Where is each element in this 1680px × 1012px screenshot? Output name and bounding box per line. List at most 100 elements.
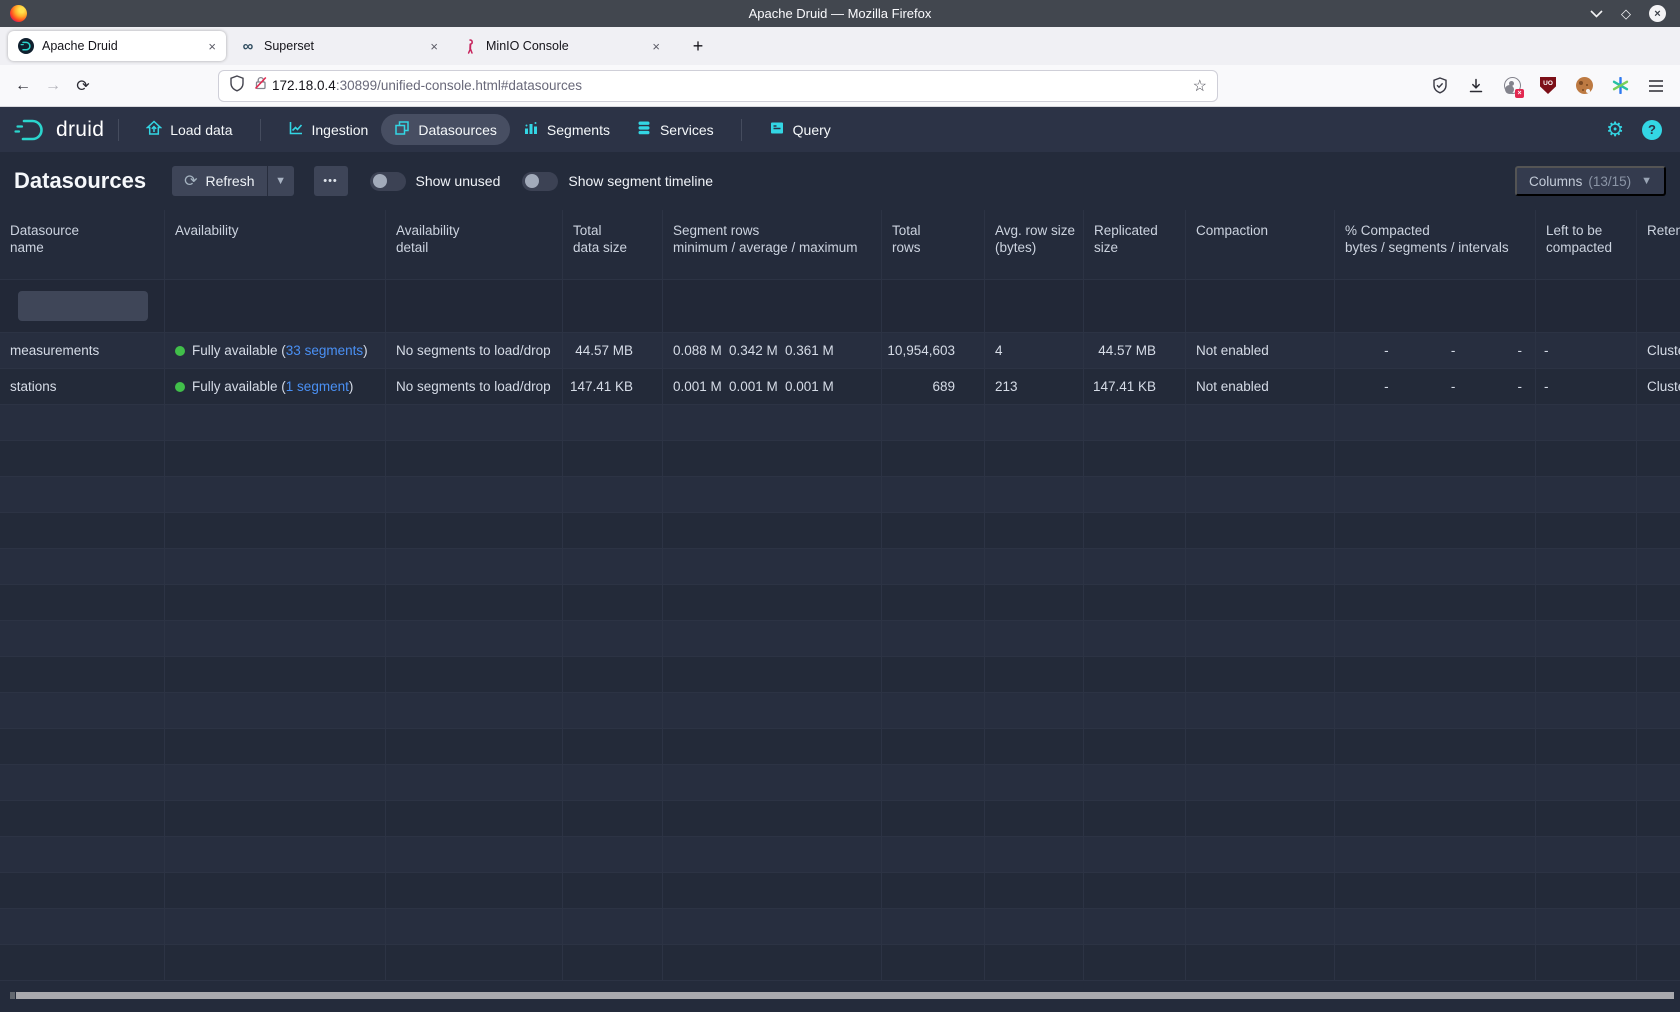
empty-cell	[1186, 657, 1335, 692]
empty-cell	[663, 477, 882, 512]
segments-link[interactable]: 33 segments	[286, 343, 363, 358]
col-header-total-data-size[interactable]: Totaldata size	[563, 210, 663, 279]
empty-cell	[165, 945, 386, 980]
nav-datasources[interactable]: Datasources	[381, 114, 510, 145]
empty-table-row	[0, 477, 1680, 513]
empty-cell	[563, 585, 663, 620]
forward-icon[interactable]: →	[38, 77, 68, 95]
menu-icon[interactable]	[1646, 76, 1666, 96]
col-header-retention[interactable]: Retention	[1637, 210, 1680, 279]
empty-cell	[1335, 280, 1536, 332]
cookie-extension-icon[interactable]	[1574, 76, 1594, 96]
empty-cell	[1536, 585, 1637, 620]
col-header-total-rows[interactable]: Totalrows	[882, 210, 985, 279]
empty-cell	[165, 837, 386, 872]
empty-cell	[663, 765, 882, 800]
shield-check-icon[interactable]	[1430, 76, 1450, 96]
tab-close-icon[interactable]: ×	[652, 39, 660, 54]
bookmark-star-icon[interactable]: ☆	[1193, 76, 1207, 96]
datasource-name-filter-input[interactable]	[18, 291, 148, 321]
close-icon[interactable]: ×	[1649, 5, 1666, 22]
empty-cell	[882, 280, 985, 332]
empty-cell	[1186, 280, 1335, 332]
empty-cell	[1536, 549, 1637, 584]
tab-superset[interactable]: ∞ Superset ×	[230, 31, 448, 61]
empty-cell	[1186, 837, 1335, 872]
empty-cell	[1084, 513, 1186, 548]
col-header-availability[interactable]: Availability	[165, 210, 386, 279]
col-header-datasource-name[interactable]: Datasourcename	[0, 210, 165, 279]
help-icon[interactable]: ?	[1642, 120, 1662, 140]
col-header-left-to-be-compacted[interactable]: Left to becompacted	[1536, 210, 1637, 279]
download-icon[interactable]	[1466, 76, 1486, 96]
show-unused-toggle[interactable]	[370, 172, 406, 191]
empty-cell	[1536, 280, 1637, 332]
gear-icon[interactable]: ⚙	[1606, 117, 1624, 142]
druid-logo[interactable]: druid	[14, 117, 104, 143]
tab-apache-druid[interactable]: Apache Druid ×	[8, 31, 226, 61]
empty-cell	[663, 405, 882, 440]
account-sync-error-icon[interactable]: ×	[1502, 76, 1522, 96]
columns-button[interactable]: Columns (13/15) ▼	[1515, 166, 1666, 196]
table-row[interactable]: measurements Fully available (33 segment…	[0, 333, 1680, 369]
empty-cell	[386, 729, 563, 764]
refresh-dropdown-button[interactable]: ▼	[268, 166, 294, 196]
empty-cell	[1637, 477, 1680, 512]
refresh-button[interactable]: ⟳ Refresh	[172, 166, 266, 196]
empty-cell	[1536, 657, 1637, 692]
total-rows-cell: 689	[882, 369, 985, 404]
ublock-origin-icon[interactable]: UO	[1538, 76, 1558, 96]
empty-cell	[663, 801, 882, 836]
table-row[interactable]: stations Fully available (1 segment) No …	[0, 369, 1680, 405]
new-tab-icon[interactable]: +	[684, 32, 712, 60]
col-header-replicated-size[interactable]: Replicatedsize	[1084, 210, 1186, 279]
empty-table-row	[0, 657, 1680, 693]
query-console-icon	[769, 120, 785, 139]
empty-cell	[985, 837, 1084, 872]
tab-close-icon[interactable]: ×	[430, 39, 438, 54]
url-bar[interactable]: 172.18.0.4:30899/unified-console.html#da…	[218, 70, 1218, 102]
empty-cell	[882, 945, 985, 980]
lock-slash-icon[interactable]	[253, 75, 268, 96]
ingestion-chart-icon	[288, 120, 304, 139]
back-icon[interactable]: ←	[8, 77, 38, 95]
empty-cell	[1637, 945, 1680, 980]
col-header-availability-detail[interactable]: Availabilitydetail	[386, 210, 563, 279]
empty-cell	[1637, 405, 1680, 440]
empty-cell	[1637, 280, 1680, 332]
nav-query[interactable]: Query	[756, 114, 844, 145]
segments-link[interactable]: 1 segment	[286, 379, 349, 394]
nav-services[interactable]: Services	[623, 114, 727, 145]
empty-cell	[165, 585, 386, 620]
filter-row	[0, 280, 1680, 333]
empty-cell	[0, 657, 165, 692]
avg-row-size-cell: 213	[985, 369, 1084, 404]
col-header-pct-compacted[interactable]: % Compactedbytes / segments / intervals	[1335, 210, 1536, 279]
empty-table-row	[0, 405, 1680, 441]
tab-close-icon[interactable]: ×	[208, 39, 216, 54]
empty-cell	[386, 280, 563, 332]
col-header-avg-row-size[interactable]: Avg. row size(bytes)	[985, 210, 1084, 279]
empty-cell	[1637, 585, 1680, 620]
show-segment-timeline-toggle[interactable]	[522, 172, 558, 191]
minimize-icon[interactable]	[1590, 10, 1603, 18]
asterisk-extension-icon[interactable]	[1610, 76, 1630, 96]
empty-cell	[1335, 621, 1536, 656]
empty-cell	[0, 837, 165, 872]
more-actions-button[interactable]: •••	[314, 166, 348, 196]
maximize-icon[interactable]: ◇	[1621, 6, 1631, 22]
horizontal-scrollbar[interactable]	[16, 992, 1674, 999]
empty-cell	[882, 729, 985, 764]
nav-ingestion[interactable]: Ingestion	[275, 114, 382, 145]
nav-segments[interactable]: Segments	[510, 114, 623, 145]
nav-load-data[interactable]: Load data	[133, 114, 245, 145]
reload-icon[interactable]: ⟳	[68, 76, 98, 96]
tab-minio[interactable]: MinIO Console ×	[452, 31, 670, 61]
toggle-label: Show segment timeline	[568, 173, 713, 189]
empty-cell	[563, 549, 663, 584]
col-header-compaction[interactable]: Compaction	[1186, 210, 1335, 279]
col-header-segment-rows[interactable]: Segment rowsminimum / average / maximum	[663, 210, 882, 279]
left-to-be-compacted-cell: -	[1536, 333, 1637, 368]
shield-icon[interactable]	[229, 75, 245, 97]
empty-cell	[165, 729, 386, 764]
